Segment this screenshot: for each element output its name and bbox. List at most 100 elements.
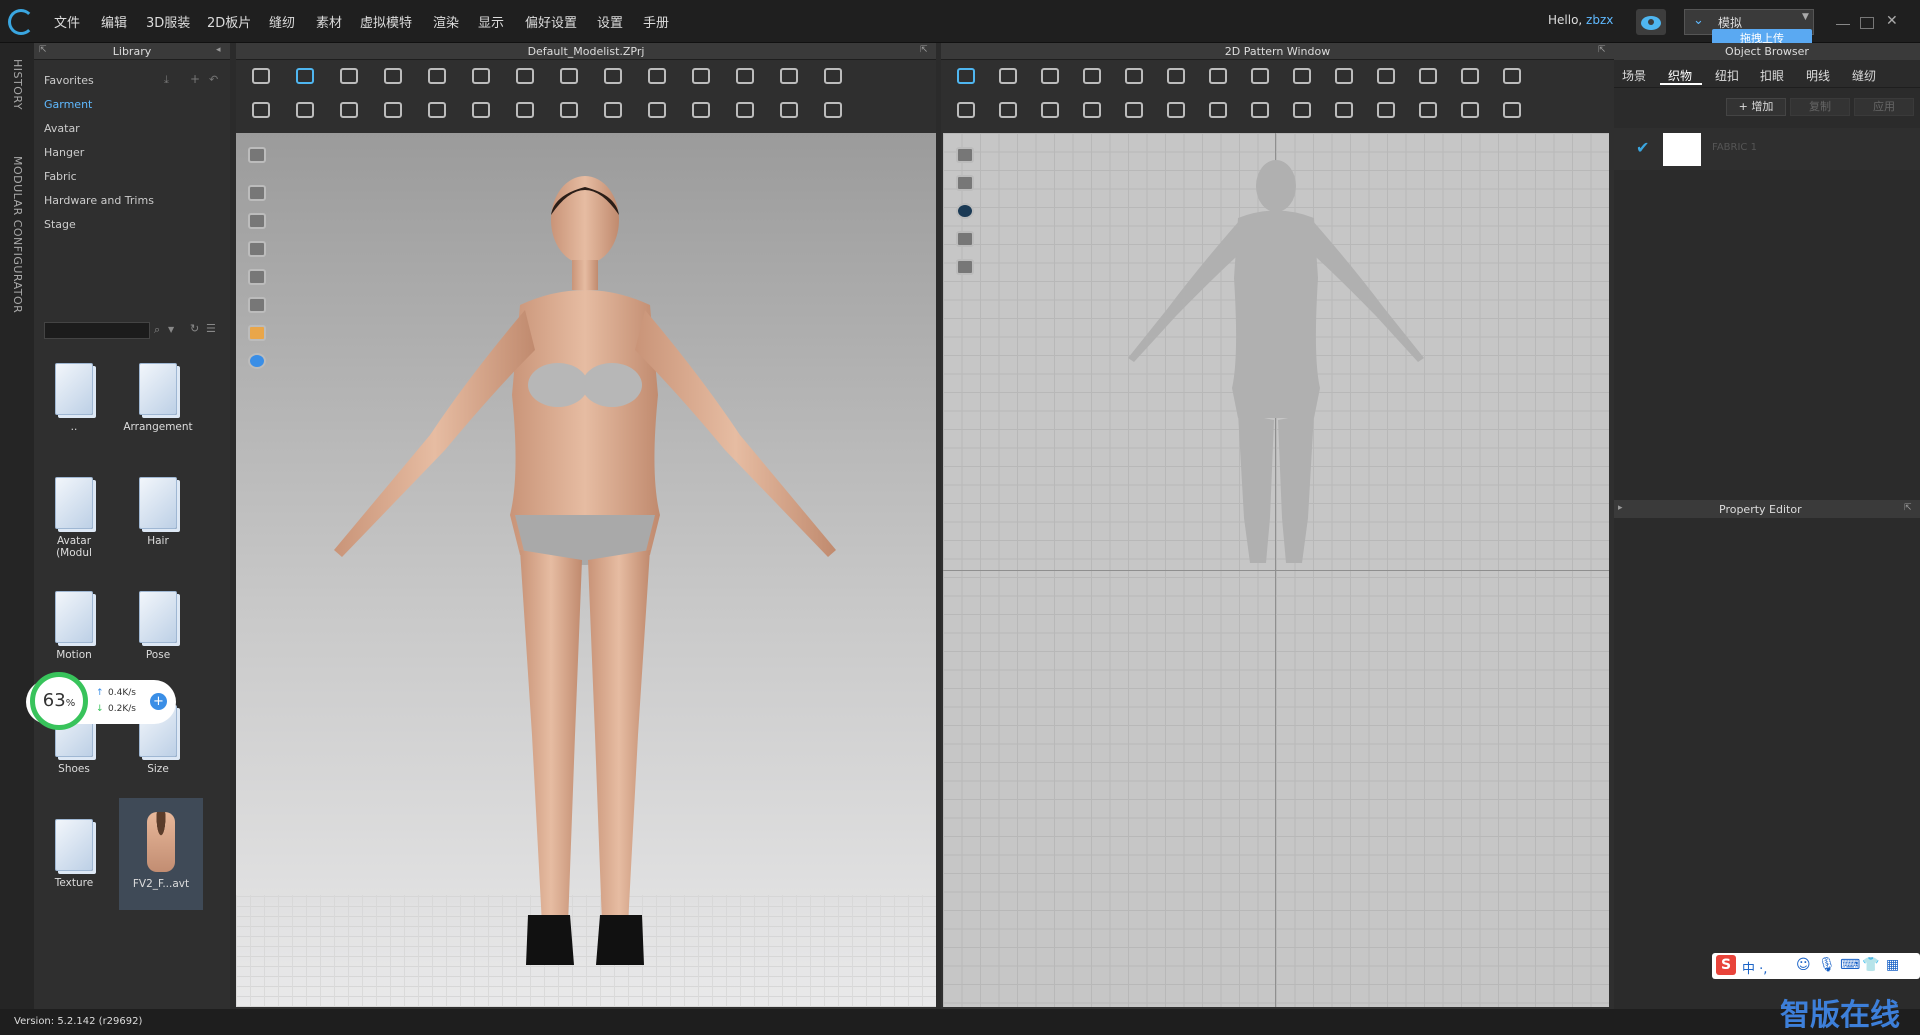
- menu-sewing[interactable]: 缝纫: [269, 12, 295, 31]
- undock-icon[interactable]: ⇱: [1598, 45, 1606, 55]
- toolbar-3d-tool-5-icon[interactable]: [428, 68, 446, 84]
- library-item-avatar[interactable]: Avatar: [44, 122, 80, 135]
- tab-sewing[interactable]: 缝纫: [1852, 67, 1876, 84]
- 2d-view-option-5-icon[interactable]: [956, 259, 974, 275]
- undock-icon[interactable]: ⇱: [39, 45, 47, 55]
- restore-button[interactable]: [1860, 17, 1874, 29]
- ime-mode[interactable]: 中 ·,: [1742, 958, 1767, 977]
- tab-button[interactable]: 纽扣: [1715, 67, 1739, 84]
- 2d-pattern-canvas[interactable]: [943, 133, 1609, 1007]
- toolbar-3d-tool-1-icon[interactable]: [252, 68, 270, 84]
- search-icon[interactable]: ⌕: [154, 323, 160, 337]
- toolbar-3d-tool-9-icon[interactable]: [604, 68, 622, 84]
- toolbar-2d-tool-20-icon[interactable]: [1167, 102, 1185, 118]
- toolbar-2d-tool-5-icon[interactable]: [1125, 68, 1143, 84]
- toolbar-2d-tool-7-icon[interactable]: [1209, 68, 1227, 84]
- toolbar-2d-tool-8-icon[interactable]: [1251, 68, 1269, 84]
- toolbar-3d-tool-3-icon[interactable]: [340, 68, 358, 84]
- folder-hair[interactable]: Hair: [123, 467, 193, 561]
- list-view-icon[interactable]: ☰: [206, 322, 216, 335]
- expand-plus-icon[interactable]: +: [150, 693, 167, 710]
- toolbar-3d-tool-15-icon[interactable]: [252, 102, 270, 118]
- toolbar-2d-tool-26-icon[interactable]: [1419, 102, 1437, 118]
- toolbar-2d-tool-23-icon[interactable]: [1293, 102, 1311, 118]
- library-search-input[interactable]: [44, 322, 150, 339]
- toolbar-3d-tool-7-icon[interactable]: [516, 68, 534, 84]
- library-item-garment[interactable]: Garment: [44, 98, 92, 111]
- toolbar-3d-tool-17-icon[interactable]: [340, 102, 358, 118]
- sogou-ime-icon[interactable]: S: [1716, 955, 1736, 975]
- toolbar-2d-tool-12-icon[interactable]: [1419, 68, 1437, 84]
- menu-avatar[interactable]: 虚拟模特: [360, 12, 412, 31]
- collapse-icon[interactable]: ◂: [216, 45, 221, 55]
- avatar-skin-icon[interactable]: [248, 325, 266, 341]
- toolbar-3d-tool-20-icon[interactable]: [472, 102, 490, 118]
- add-icon[interactable]: +: [190, 72, 200, 86]
- toolbar-3d-tool-4-icon[interactable]: [384, 68, 402, 84]
- toolbar-2d-tool-25-icon[interactable]: [1377, 102, 1395, 118]
- tab-scene[interactable]: 场景: [1622, 67, 1646, 84]
- toolbar-2d-tool-6-icon[interactable]: [1167, 68, 1185, 84]
- minimize-button[interactable]: [1836, 17, 1850, 25]
- edit-pattern-icon[interactable]: [957, 68, 975, 84]
- fabric-list-item[interactable]: ✔ FABRIC 1: [1614, 128, 1920, 170]
- toolbar-3d-tool-8-icon[interactable]: [560, 68, 578, 84]
- library-item-favorites[interactable]: Favorites: [44, 74, 94, 87]
- library-item-fabric[interactable]: Fabric: [44, 170, 77, 183]
- view-option-1-icon[interactable]: [248, 147, 266, 163]
- folder-texture[interactable]: Texture: [39, 809, 109, 903]
- toolbar-3d-tool-21-icon[interactable]: [516, 102, 534, 118]
- menu-edit[interactable]: 编辑: [101, 12, 127, 31]
- info-icon[interactable]: [956, 203, 974, 219]
- menu-2d-pattern[interactable]: 2D板片: [207, 12, 251, 31]
- toolbar-3d-tool-6-icon[interactable]: [472, 68, 490, 84]
- toolbar-2d-tool-28-icon[interactable]: [1503, 102, 1521, 118]
- select-move-icon[interactable]: [296, 68, 314, 84]
- toolbar-2d-tool-27-icon[interactable]: [1461, 102, 1479, 118]
- copy-fabric-button[interactable]: 复制: [1790, 98, 1850, 116]
- library-item-stage[interactable]: Stage: [44, 218, 76, 231]
- refresh-icon[interactable]: ↻: [190, 322, 199, 335]
- menu-materials[interactable]: 素材: [316, 12, 342, 31]
- toolbar-3d-tool-22-icon[interactable]: [560, 102, 578, 118]
- view-option-4-icon[interactable]: [248, 241, 266, 257]
- download-icon[interactable]: ⤓: [164, 73, 169, 87]
- toolbox-icon[interactable]: ▦: [1886, 957, 1899, 973]
- toolbar-3d-tool-26-icon[interactable]: [736, 102, 754, 118]
- view-option-5-icon[interactable]: [248, 269, 266, 285]
- folder-motion[interactable]: Motion: [39, 581, 109, 675]
- library-item-hanger[interactable]: Hanger: [44, 146, 84, 159]
- undock-icon[interactable]: ⇱: [920, 45, 928, 55]
- toolbar-2d-tool-22-icon[interactable]: [1251, 102, 1269, 118]
- folder-pose[interactable]: Pose: [123, 581, 193, 675]
- close-button[interactable]: ✕: [1886, 13, 1898, 29]
- menu-manual[interactable]: 手册: [643, 12, 669, 31]
- library-item-hardware-trims[interactable]: Hardware and Trims: [44, 194, 154, 207]
- toolbar-3d-tool-11-icon[interactable]: [692, 68, 710, 84]
- avatar-file-thumbnail[interactable]: FV2_F...avt: [119, 798, 203, 910]
- menu-settings[interactable]: 设置: [597, 12, 623, 31]
- tab-topstitch[interactable]: 明线: [1806, 67, 1830, 84]
- expand-arrow-icon[interactable]: ▸: [1618, 503, 1623, 513]
- toolbar-2d-tool-2-icon[interactable]: [999, 68, 1017, 84]
- toolbar-2d-tool-19-icon[interactable]: [1125, 102, 1143, 118]
- toolbar-2d-tool-11-icon[interactable]: [1377, 68, 1395, 84]
- toolbar-2d-tool-10-icon[interactable]: [1335, 68, 1353, 84]
- 2d-view-option-4-icon[interactable]: [956, 231, 974, 247]
- menu-display[interactable]: 显示: [478, 12, 504, 31]
- search-dropdown-icon[interactable]: ▼: [168, 325, 174, 334]
- menu-file[interactable]: 文件: [54, 12, 80, 31]
- keyboard-icon[interactable]: ⌨: [1840, 957, 1860, 973]
- toolbar-3d-tool-16-icon[interactable]: [296, 102, 314, 118]
- fabric-name[interactable]: FABRIC 1: [1712, 142, 1757, 153]
- back-icon[interactable]: ↶: [209, 73, 218, 86]
- toolbar-2d-tool-13-icon[interactable]: [1461, 68, 1479, 84]
- toolbar-2d-tool-9-icon[interactable]: [1293, 68, 1311, 84]
- 3d-avatar-model[interactable]: [320, 175, 860, 975]
- menu-preferences[interactable]: 偏好设置: [525, 12, 577, 31]
- toolbar-2d-tool-3-icon[interactable]: [1041, 68, 1059, 84]
- tab-fabric[interactable]: 织物: [1668, 67, 1692, 84]
- view-option-2-icon[interactable]: [248, 185, 266, 201]
- folder-arrangement[interactable]: Arrangement: [123, 353, 193, 447]
- toolbar-3d-tool-24-icon[interactable]: [648, 102, 666, 118]
